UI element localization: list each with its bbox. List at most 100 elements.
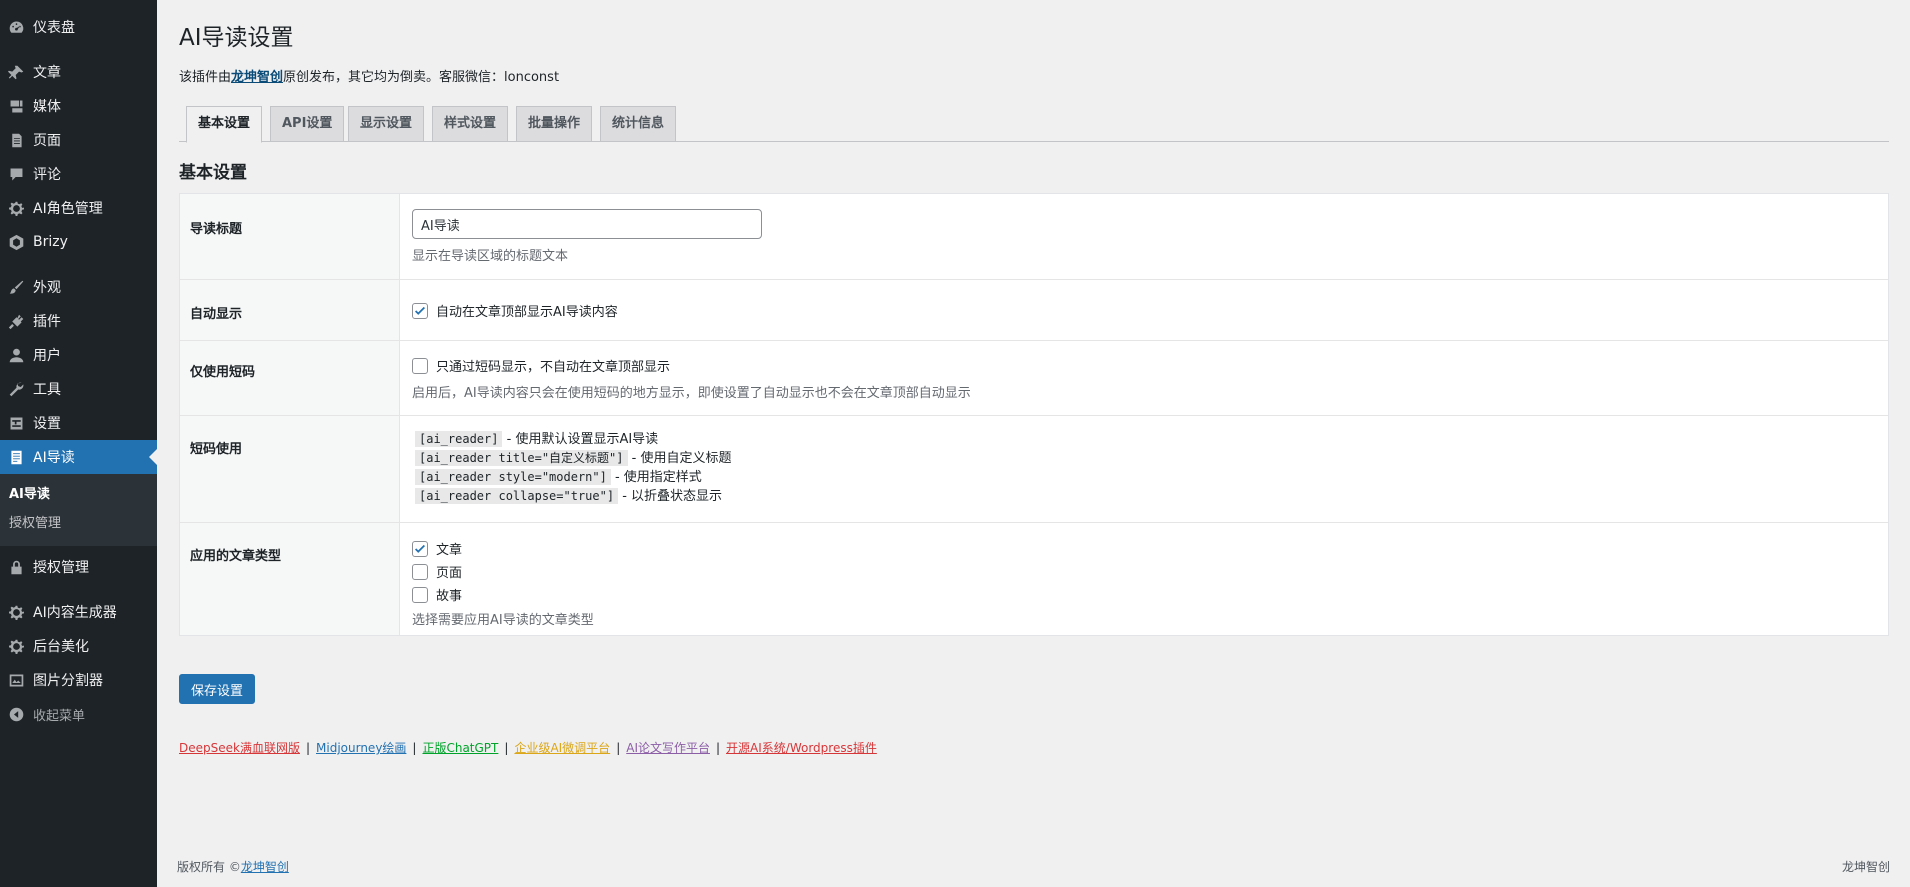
- sidebar-item-admin-beautify[interactable]: 后台美化: [0, 629, 157, 663]
- tab-display-settings[interactable]: 显示设置: [348, 106, 425, 142]
- form-row-title: 导读标题 显示在导读区域的标题文本: [180, 194, 1888, 280]
- post-type-page-checkbox[interactable]: [412, 563, 428, 580]
- link-paper-writing[interactable]: AI论文写作平台: [626, 741, 710, 755]
- sidebar-item-appearance[interactable]: 外观: [0, 270, 157, 304]
- shortcode-code: [ai_reader title="自定义标题"]: [415, 450, 628, 466]
- link-chatgpt[interactable]: 正版ChatGPT: [422, 741, 498, 755]
- sidebar-item-label: 媒体: [33, 99, 61, 115]
- shortcode-desc: - 使用自定义标题: [627, 451, 732, 466]
- row-label: 短码使用: [180, 416, 400, 522]
- sidebar-item-dashboard[interactable]: 仪表盘: [0, 10, 157, 44]
- sidebar-item-brizy[interactable]: Brizy: [0, 225, 157, 259]
- sidebar-item-pages[interactable]: 页面: [0, 123, 157, 157]
- sidebar-item-label: 插件: [33, 314, 61, 330]
- link-midjourney[interactable]: Midjourney绘画: [316, 741, 406, 755]
- author-link[interactable]: 龙坤智创: [231, 70, 283, 85]
- post-type-option-post[interactable]: 文章: [412, 537, 1888, 560]
- row-label: 仅使用短码: [180, 341, 400, 415]
- shortcode-only-option[interactable]: 只通过短码显示，不自动在文章顶部显示: [412, 356, 1888, 375]
- sidebar-collapse-menu[interactable]: 收起菜单: [0, 697, 157, 731]
- sidebar-item-label: 用户: [33, 348, 61, 364]
- checkbox-label: 页面: [436, 566, 463, 581]
- footer-copyright: 版权所有 ©龙坤智创: [177, 858, 289, 875]
- form-row-shortcode-only: 仅使用短码 只通过短码显示，不自动在文章顶部显示 启用后，AI导读内容只会在使用…: [180, 341, 1888, 416]
- settings-tabs: 基本设置 API设置 显示设置 样式设置 批量操作 统计信息: [179, 106, 1889, 143]
- shortcode-only-checkbox[interactable]: [412, 357, 428, 374]
- submenu-item-ai-reader[interactable]: AI导读: [0, 480, 157, 509]
- gear-icon: [6, 636, 26, 656]
- submenu-item-license[interactable]: 授权管理: [0, 509, 157, 538]
- page-icon: [6, 130, 26, 150]
- shortcode-desc: - 以折叠状态显示: [618, 489, 723, 504]
- link-separator: |: [616, 741, 621, 755]
- sidebar-item-label: 授权管理: [33, 560, 89, 576]
- document-icon: [6, 447, 26, 467]
- tab-bulk-actions[interactable]: 批量操作: [516, 106, 593, 142]
- save-settings-button[interactable]: 保存设置: [179, 674, 256, 704]
- shortcode-desc: - 使用默认设置显示AI导读: [502, 432, 659, 447]
- checkbox-label: 故事: [436, 589, 463, 604]
- post-type-story-checkbox[interactable]: [412, 586, 428, 603]
- sidebar-item-settings[interactable]: 设置: [0, 406, 157, 440]
- gear-icon: [6, 602, 26, 622]
- auto-display-checkbox[interactable]: [412, 302, 428, 319]
- settings-icon: [6, 413, 26, 433]
- sidebar-item-comments[interactable]: 评论: [0, 157, 157, 191]
- admin-sidebar: 仪表盘 文章 媒体 页面 评论 AI角色管理 Brizy 外观 插件 用户 工具: [0, 0, 157, 887]
- shortcode-code: [ai_reader]: [415, 431, 503, 447]
- post-type-option-story[interactable]: 故事: [412, 583, 1888, 606]
- sidebar-item-plugins[interactable]: 插件: [0, 304, 157, 338]
- row-label: 自动显示: [180, 280, 400, 340]
- link-deepseek[interactable]: DeepSeek满血联网版: [179, 741, 300, 755]
- footer-link[interactable]: 龙坤智创: [241, 860, 289, 874]
- gear-icon: [6, 198, 26, 218]
- section-title: 基本设置: [179, 163, 247, 183]
- sidebar-item-ai-generator[interactable]: AI内容生成器: [0, 595, 157, 629]
- wrench-icon: [6, 379, 26, 399]
- shortcode-line: [ai_reader title="自定义标题"] - 使用自定义标题: [415, 449, 1888, 468]
- form-row-shortcode-usage: 短码使用 [ai_reader] - 使用默认设置显示AI导读 [ai_read…: [180, 416, 1888, 523]
- collapse-icon: [6, 704, 26, 724]
- auto-display-option[interactable]: 自动在文章顶部显示AI导读内容: [412, 301, 1888, 320]
- user-icon: [6, 345, 26, 365]
- row-label: 应用的文章类型: [180, 523, 400, 635]
- footer-prefix: 版权所有 ©: [177, 860, 241, 874]
- tab-style-settings[interactable]: 样式设置: [432, 106, 509, 142]
- plugin-notice: 该插件由龙坤智创原创发布，其它均为倒卖。客服微信：lonconst: [179, 66, 559, 85]
- sidebar-item-tools[interactable]: 工具: [0, 372, 157, 406]
- sidebar-item-ai-reader[interactable]: AI导读: [0, 440, 157, 474]
- sidebar-submenu: AI导读 授权管理: [0, 474, 157, 546]
- link-separator: |: [305, 741, 311, 755]
- tab-basic-settings[interactable]: 基本设置: [186, 106, 263, 143]
- link-finetune[interactable]: 企业级AI微调平台: [514, 741, 610, 755]
- shortcode-line: [ai_reader style="modern"] - 使用指定样式: [415, 468, 1888, 487]
- sidebar-item-label: AI内容生成器: [33, 605, 117, 621]
- tab-api-settings[interactable]: API设置: [270, 106, 345, 142]
- link-open-source[interactable]: 开源AI系统/Wordpress插件: [726, 741, 877, 755]
- post-type-option-page[interactable]: 页面: [412, 560, 1888, 583]
- promo-links: DeepSeek满血联网版 | Midjourney绘画 | 正版ChatGPT | 企业级…: [179, 739, 877, 756]
- notice-prefix: 该插件由: [179, 70, 232, 85]
- brush-icon: [6, 277, 26, 297]
- notice-suffix: 原创发布，其它均为倒卖。客服微信：lonconst: [283, 70, 560, 85]
- reader-title-input[interactable]: [412, 209, 762, 239]
- post-types-description: 选择需要应用AI导读的文章类型: [412, 613, 594, 628]
- tab-statistics[interactable]: 统计信息: [600, 106, 677, 142]
- sidebar-item-image-splitter[interactable]: 图片分割器: [0, 663, 157, 697]
- sidebar-item-label: AI导读: [33, 450, 75, 466]
- image-icon: [6, 670, 26, 690]
- footer-brand: 龙坤智创: [1841, 860, 1890, 874]
- plugin-icon: [6, 311, 26, 331]
- sidebar-item-label: 后台美化: [33, 639, 89, 655]
- post-type-post-checkbox[interactable]: [412, 540, 428, 557]
- sidebar-item-license[interactable]: 授权管理: [0, 550, 157, 584]
- sidebar-item-label: Brizy: [33, 234, 68, 250]
- sidebar-item-ai-roles[interactable]: AI角色管理: [0, 191, 157, 225]
- sidebar-item-users[interactable]: 用户: [0, 338, 157, 372]
- shortcode-desc: - 使用指定样式: [610, 470, 702, 485]
- sidebar-item-posts[interactable]: 文章: [0, 55, 157, 89]
- sidebar-item-label: 设置: [33, 416, 61, 432]
- main-content: AI导读设置 该插件由龙坤智创原创发布，其它均为倒卖。客服微信：lonconst…: [157, 0, 1910, 887]
- sidebar-item-media[interactable]: 媒体: [0, 89, 157, 123]
- form-row-auto-display: 自动显示 自动在文章顶部显示AI导读内容: [180, 280, 1888, 341]
